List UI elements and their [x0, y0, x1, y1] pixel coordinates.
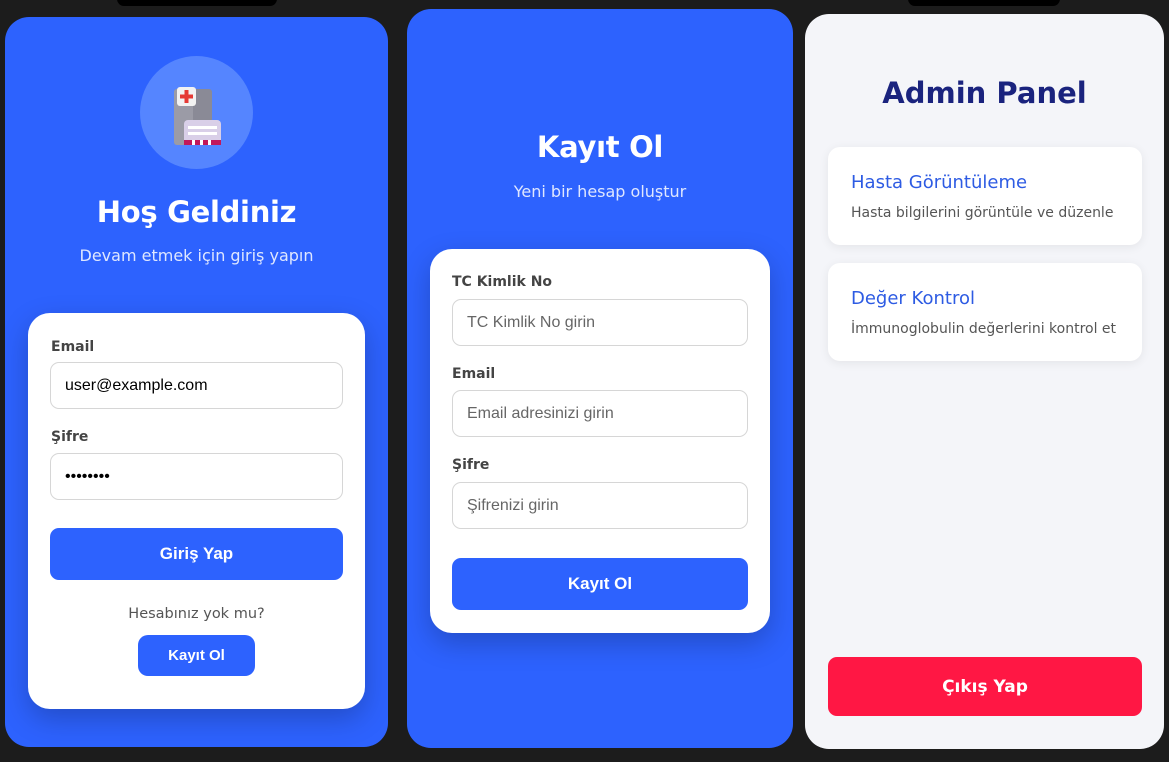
hospital-icon — [174, 87, 221, 145]
password-input[interactable] — [452, 482, 748, 529]
no-account-text: Hesabınız yok mu? — [128, 606, 265, 622]
device-notch — [117, 0, 277, 6]
login-title: Hoş Geldiniz — [96, 195, 297, 229]
password-label: Şifre — [452, 457, 490, 473]
admin-screen: Admin Panel Hasta Görüntüleme Hasta bilg… — [805, 14, 1164, 749]
logo-badge — [140, 56, 253, 169]
login-button[interactable]: Giriş Yap — [50, 528, 343, 580]
menu-card-patient-view[interactable]: Hasta Görüntüleme Hasta bilgilerini görü… — [828, 147, 1142, 245]
device-notch — [908, 0, 1060, 6]
email-input[interactable] — [452, 390, 748, 437]
email-label: Email — [51, 339, 95, 355]
logout-button[interactable]: Çıkış Yap — [828, 657, 1142, 716]
password-input[interactable] — [50, 453, 343, 500]
login-form-card: Email Şifre Giriş Yap Hesabınız yok mu? … — [28, 313, 365, 709]
register-screen: Kayıt Ol Yeni bir hesap oluştur TC Kimli… — [407, 9, 793, 748]
menu-card-value-check[interactable]: Değer Kontrol İmmunoglobulin değerlerini… — [828, 263, 1142, 361]
login-subtitle: Devam etmek için giriş yapın — [79, 246, 314, 265]
register-title: Kayıt Ol — [536, 130, 664, 164]
login-screen: Hoş Geldiniz Devam etmek için giriş yapı… — [5, 17, 388, 747]
email-input[interactable] — [50, 362, 343, 409]
menu-card-title: Hasta Görüntüleme — [851, 172, 1028, 193]
register-subtitle: Yeni bir hesap oluştur — [513, 182, 687, 201]
tc-label: TC Kimlik No — [452, 274, 553, 290]
menu-card-description: Hasta bilgilerini görüntüle ve düzenle — [851, 205, 1114, 221]
menu-card-title: Değer Kontrol — [851, 288, 975, 309]
email-label: Email — [452, 366, 496, 382]
register-form-card: TC Kimlik No Email Şifre Kayıt Ol — [430, 249, 770, 633]
password-label: Şifre — [51, 429, 89, 445]
admin-title: Admin Panel — [882, 76, 1087, 110]
tc-input[interactable] — [452, 299, 748, 346]
menu-card-description: İmmunoglobulin değerlerini kontrol et — [851, 321, 1117, 337]
app-stage: Hoş Geldiniz Devam etmek için giriş yapı… — [0, 0, 1169, 762]
register-link-button[interactable]: Kayıt Ol — [138, 635, 255, 676]
register-submit-button[interactable]: Kayıt Ol — [452, 558, 748, 610]
